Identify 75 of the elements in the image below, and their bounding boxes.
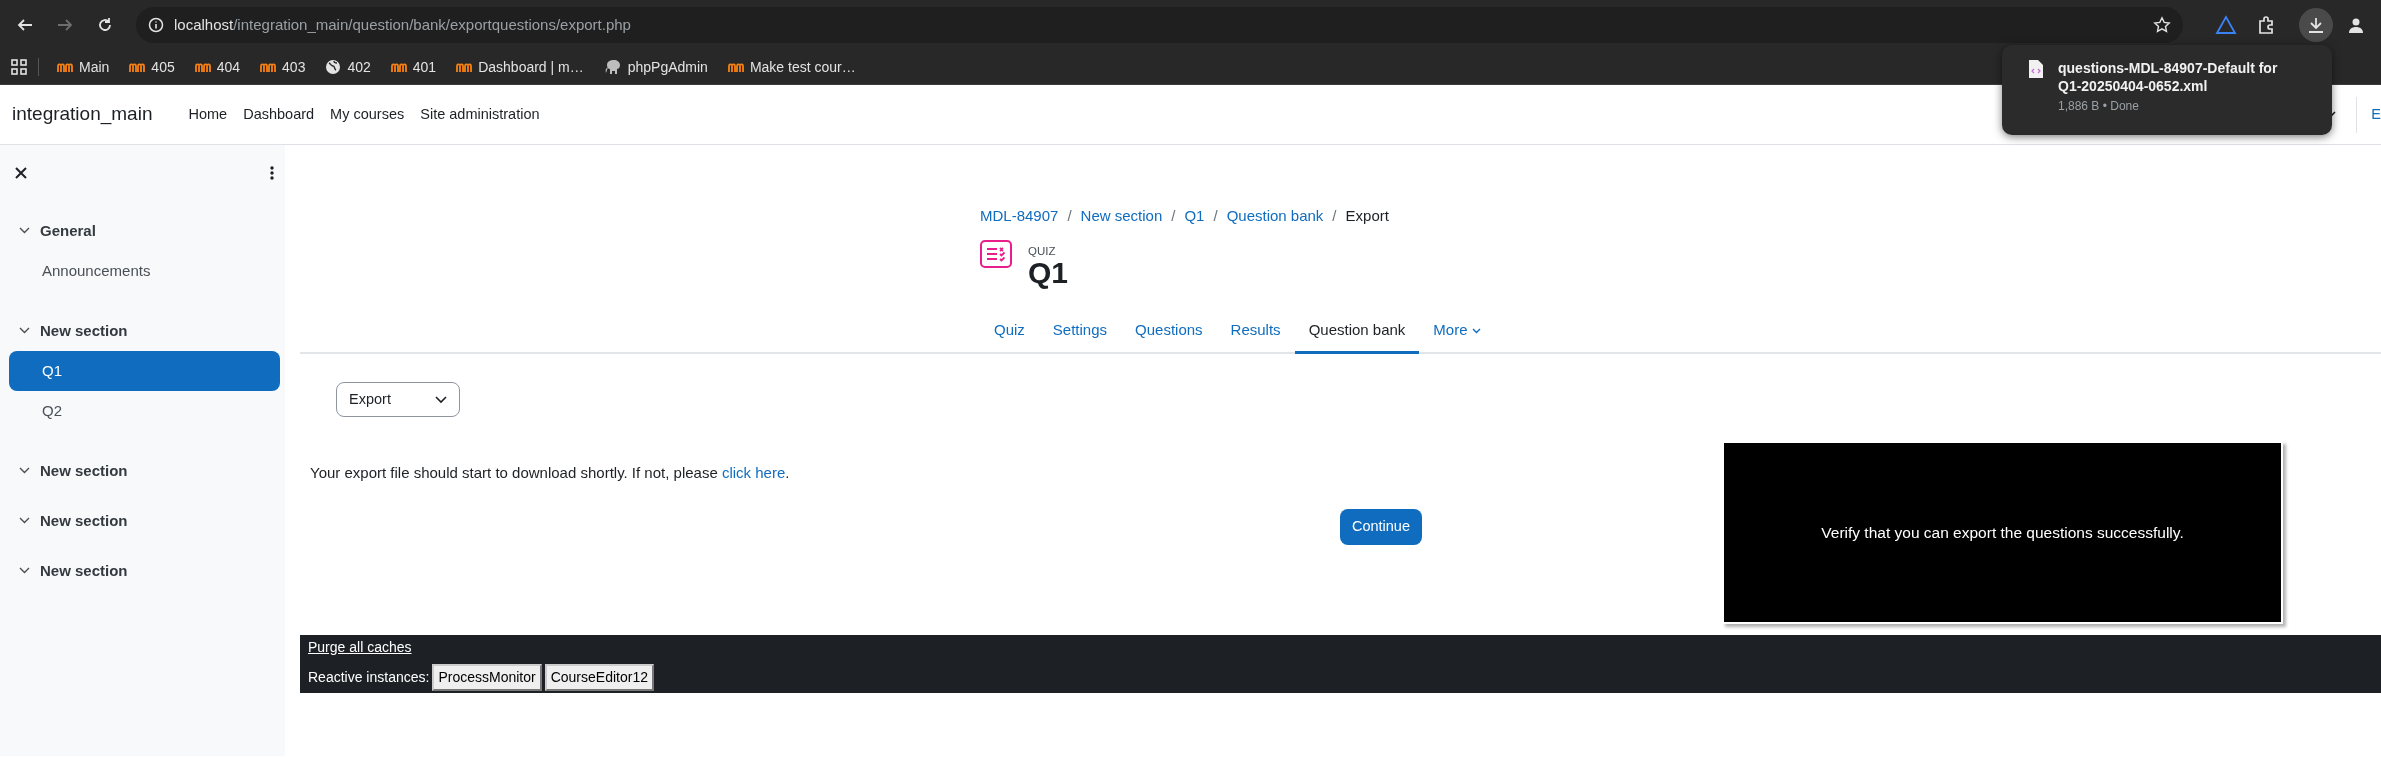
download-icon[interactable] (2306, 15, 2326, 35)
page-title: Q1 (1028, 257, 1069, 288)
breadcrumb-separator: / (1332, 206, 1337, 226)
site-logo-icon (57, 61, 73, 73)
site-name[interactable]: integration_main (12, 100, 153, 129)
bookmark[interactable]: 405 (121, 53, 183, 81)
reload-icon[interactable] (96, 16, 114, 34)
tab[interactable]: Question bank (1294, 309, 1420, 354)
bookmark[interactable]: 404 (186, 53, 249, 81)
section-toggle[interactable]: New section (9, 457, 134, 485)
apps-grid-icon[interactable] (10, 58, 28, 76)
site-logo-icon (260, 61, 277, 73)
tab[interactable]: More (1419, 309, 1495, 354)
section-toggle[interactable]: New section (9, 557, 134, 585)
site-logo-icon (727, 61, 744, 73)
site-logo-icon (456, 61, 473, 73)
breadcrumb-separator: / (1213, 206, 1218, 226)
breadcrumb-separator: / (1171, 206, 1176, 226)
purge-caches-link[interactable]: Purge all caches (308, 638, 412, 655)
nav-link[interactable]: My courses (322, 103, 413, 126)
sidebar-item[interactable]: Announcements (9, 251, 280, 291)
sidebar-item[interactable]: Q2 (9, 391, 280, 431)
reactive-label: Reactive instances: (308, 667, 430, 687)
nav-link[interactable]: Dashboard (235, 103, 323, 126)
download-filename[interactable]: questions-MDL-84907-Default for Q1-20250404-0652.xml (2058, 59, 2298, 95)
profile-icon[interactable] (2347, 16, 2365, 34)
section-toggle[interactable]: General (9, 217, 102, 245)
bookmark[interactable]: Main (49, 53, 118, 81)
site-logo-icon (194, 61, 211, 73)
triangle-icon[interactable] (2215, 15, 2237, 35)
sidebar-item[interactable]: Q1 (9, 351, 280, 391)
breadcrumb-link[interactable]: Question bank (1226, 205, 1324, 228)
tab[interactable]: Quiz (980, 309, 1039, 354)
caret-icon (1471, 327, 1481, 334)
bookmark[interactable]: phpPgAdmin (595, 53, 716, 81)
tab[interactable]: Results (1216, 309, 1295, 354)
breadcrumb-current: Export (1345, 206, 1389, 226)
breadcrumb-link[interactable]: MDL-84907 (980, 205, 1059, 228)
globe-icon (325, 59, 342, 75)
breadcrumb-link[interactable]: New section (1080, 205, 1163, 228)
action-select[interactable]: Export (336, 382, 460, 417)
quiz-icon (980, 239, 1012, 268)
tab[interactable]: Questions (1121, 309, 1217, 354)
instance-button[interactable]: ProcessMonitor (432, 663, 542, 691)
url-text: localhost/integration_main/question/bank/exportquestions/export.php (174, 14, 631, 35)
star-icon[interactable] (2153, 16, 2171, 34)
instruction-note: Verify that you can export the questions successfully. (1722, 441, 2283, 624)
status-message: Your export file should start to download shortly. If not, please click here. (310, 463, 791, 483)
info-icon[interactable] (148, 17, 164, 33)
bookmark[interactable]: Dashboard | m… (448, 53, 592, 81)
section-toggle[interactable]: New section (9, 317, 134, 345)
extensions-icon[interactable] (2256, 15, 2276, 35)
bookmark[interactable]: 401 (382, 53, 445, 81)
continue-button[interactable]: Continue (1339, 508, 1422, 545)
nav-link[interactable]: E (2371, 103, 2381, 126)
elephant-icon (603, 59, 622, 75)
bookmark[interactable]: 403 (252, 53, 314, 81)
tab[interactable]: Settings (1038, 309, 1122, 354)
download-link[interactable]: click here (721, 464, 786, 481)
activity-type: QUIZ (1028, 243, 1057, 258)
nav-link[interactable]: Site administration (412, 103, 548, 126)
download-status: 1,886 B • Done (2058, 98, 2140, 115)
close-icon[interactable] (15, 167, 27, 179)
file-icon (2028, 59, 2044, 79)
breadcrumb-separator: / (1067, 206, 1072, 226)
bookmark[interactable]: Make test cour… (719, 53, 864, 81)
instance-button[interactable]: CourseEditor12 (544, 663, 654, 691)
nav-link[interactable]: Home (180, 103, 236, 126)
address-bar[interactable]: localhost/integration_main/question/bank/exportquestions/export.php (136, 7, 2183, 43)
site-logo-icon (129, 61, 146, 73)
bookmark[interactable]: 402 (317, 53, 379, 81)
site-logo-icon (390, 61, 407, 73)
more-options-icon[interactable] (270, 166, 274, 180)
section-toggle[interactable]: New section (9, 507, 134, 535)
breadcrumb-link[interactable]: Q1 (1184, 205, 1205, 228)
